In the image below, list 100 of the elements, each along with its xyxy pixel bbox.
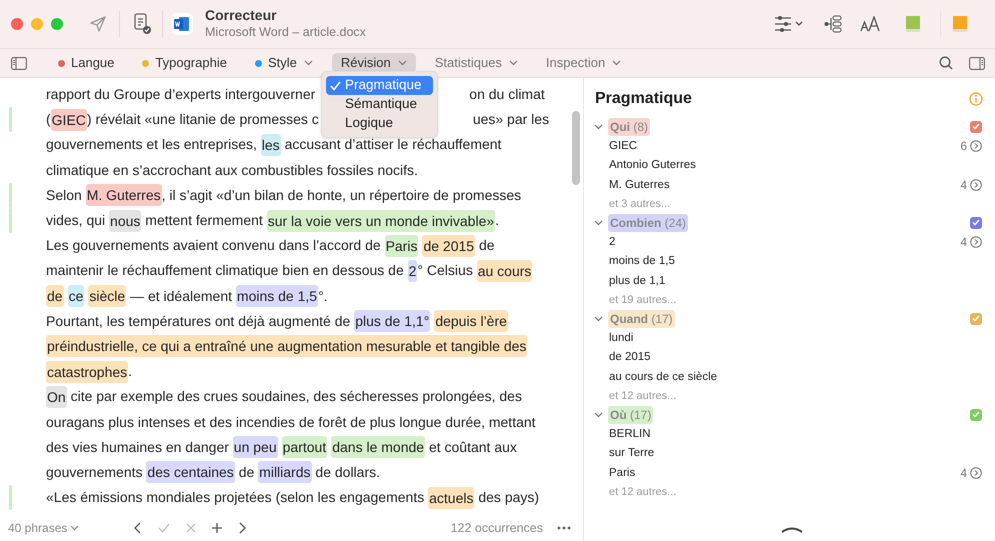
highlighted-text: un peu (232, 436, 278, 458)
window-title: Correcteur (205, 7, 278, 25)
entity-item[interactable]: 2 (609, 234, 616, 251)
highlighted-text: des centaines (146, 461, 235, 484)
text-line: climatique en s’accrochant aux combustibles fossiles nocifs. (46, 160, 418, 180)
add-icon[interactable] (211, 522, 224, 534)
text-size-icon[interactable] (860, 16, 882, 32)
highlighted-text: de (46, 285, 64, 308)
entity-item[interactable]: BERLIN (609, 426, 651, 443)
highlighted-text: préindustrielle, ce qui a entraîné une augmentation mesurable et tangible des (46, 335, 528, 358)
text-line: accusant d’attiser le réchauffement (284, 135, 502, 154)
text-line: rapport du Groupe d’experts intergouverner (46, 85, 316, 104)
entity-item[interactable]: plus de 1,1 (609, 272, 666, 290)
disclosure-icon[interactable] (594, 220, 603, 226)
chevron-up-icon[interactable] (781, 526, 803, 533)
occurrence-count: 4 (960, 177, 967, 194)
highlighted-text: sur la voie vers un monde invivable» (266, 210, 496, 232)
text-line: ues» par les (472, 110, 550, 130)
group-label: Quand (17) (608, 310, 675, 328)
entity-item[interactable]: Paris (609, 464, 636, 482)
occurrence-count: 4 (960, 234, 967, 252)
occurrence-count: 6 (960, 138, 967, 156)
text-line: Selon (46, 186, 83, 205)
group-label: Où (17) (608, 406, 654, 424)
text-line: des vies humaines en danger (46, 438, 230, 457)
highlighted-text: de 2015 (422, 234, 476, 257)
text-line: vides, qui (46, 211, 106, 230)
checkbox[interactable] (970, 408, 982, 421)
text-line: et coûtant aux (428, 438, 517, 457)
text-line: ) révélait «une litanie de promesses c (86, 110, 319, 130)
entity-item[interactable]: M. Guterres (609, 176, 670, 194)
previous-icon[interactable] (133, 521, 144, 535)
highlighted-text: On (46, 386, 67, 408)
highlighted-text: catastrophes (46, 360, 128, 383)
entity-item[interactable]: GIEC (609, 138, 638, 155)
tab[interactable]: Typographie (133, 53, 236, 73)
sidebar-toggle-icon[interactable] (969, 56, 985, 70)
text-line: de dollars. (314, 462, 380, 482)
disclosure-icon[interactable] (594, 316, 603, 322)
scrollbar-thumb[interactable] (572, 111, 580, 185)
highlighted-text: Paris (384, 234, 418, 257)
checkbox[interactable] (970, 120, 982, 133)
highlighted-text: actuels (428, 486, 474, 509)
checkbox[interactable] (970, 312, 982, 325)
highlighted-text: M. Guterres (86, 184, 162, 206)
highlighted-text: GIEC (50, 108, 87, 131)
panel-title: Pragmatique (595, 89, 692, 109)
highlighted-text: depuis l’ère (434, 310, 508, 332)
highlighted-text: ce (68, 285, 84, 308)
disclosure-icon[interactable] (594, 124, 603, 130)
text-line: de (478, 236, 495, 256)
window-subtitle: Microsoft Word – article.docx (205, 24, 366, 41)
text-line: mettent fermement (144, 211, 264, 230)
highlighted-text: dans le monde (331, 436, 426, 458)
tab[interactable]: Révision (332, 53, 416, 73)
group-label: Qui (8) (608, 118, 650, 136)
text-line: . (495, 211, 500, 230)
highlighted-text: les (260, 134, 281, 156)
more-icon[interactable] (557, 526, 571, 530)
word-app-icon (171, 13, 193, 35)
entity-item[interactable]: Antonio Guterres (609, 157, 696, 174)
text-line: Les gouvernements avaient convenu dans l’accord de (46, 236, 382, 256)
text-line: des pays) (477, 488, 540, 508)
sidebar-toggle-icon[interactable] (11, 56, 27, 70)
text-line: , il s’agit «d’un bilan de honte, un répertoire de promesses (162, 186, 522, 205)
search-icon[interactable] (939, 56, 953, 70)
occurrence-count: 122 occurrences (450, 520, 543, 537)
highlighted-text: moins de 1,5 (236, 285, 318, 308)
highlighted-text: 2 (408, 260, 418, 282)
entity-item[interactable]: au cours de ce siècle (609, 368, 718, 386)
entity-item[interactable]: sur Terre (609, 445, 654, 462)
outline-icon[interactable] (824, 15, 842, 33)
text-line: — et idéalement (129, 286, 234, 306)
entity-item[interactable]: lundi (609, 330, 634, 347)
tab[interactable]: Statistiques (426, 53, 527, 73)
tab[interactable]: Langue (49, 53, 124, 73)
occurrence-count: 4 (960, 465, 967, 482)
highlighted-text: au cours (476, 260, 532, 282)
close-button[interactable] (11, 18, 23, 30)
disclosure-icon[interactable] (594, 412, 603, 418)
menu-item[interactable]: Pragmatique (326, 76, 433, 95)
send-icon[interactable] (89, 15, 107, 33)
text-line: °. (318, 286, 328, 306)
menu-item[interactable]: Sémantique (326, 95, 433, 114)
text-line: cite par exemple des crues soudaines, des sécheresses prolongées, des (70, 387, 522, 406)
menu-item[interactable]: Logique (326, 114, 433, 133)
checkmark-icon (330, 80, 341, 90)
checkbox[interactable] (970, 216, 982, 229)
document-check-icon[interactable] (132, 13, 152, 35)
entity-item[interactable]: moins de 1,5 (609, 253, 675, 270)
tab[interactable]: Style (246, 53, 322, 73)
chevron-down-icon (70, 525, 80, 531)
entity-item[interactable]: de 2015 (609, 349, 651, 366)
text-line: maintenir le réchauffement climatique bien en dessous de (46, 261, 405, 280)
check-icon[interactable] (157, 521, 172, 535)
next-icon[interactable] (237, 521, 248, 535)
tab[interactable]: Inspection (536, 53, 630, 73)
highlighted-text: plus de 1,1° (354, 310, 430, 332)
text-line: «Les émissions mondiales projetées (selon les engagements (46, 488, 426, 508)
highlighted-text: partout (282, 436, 328, 458)
